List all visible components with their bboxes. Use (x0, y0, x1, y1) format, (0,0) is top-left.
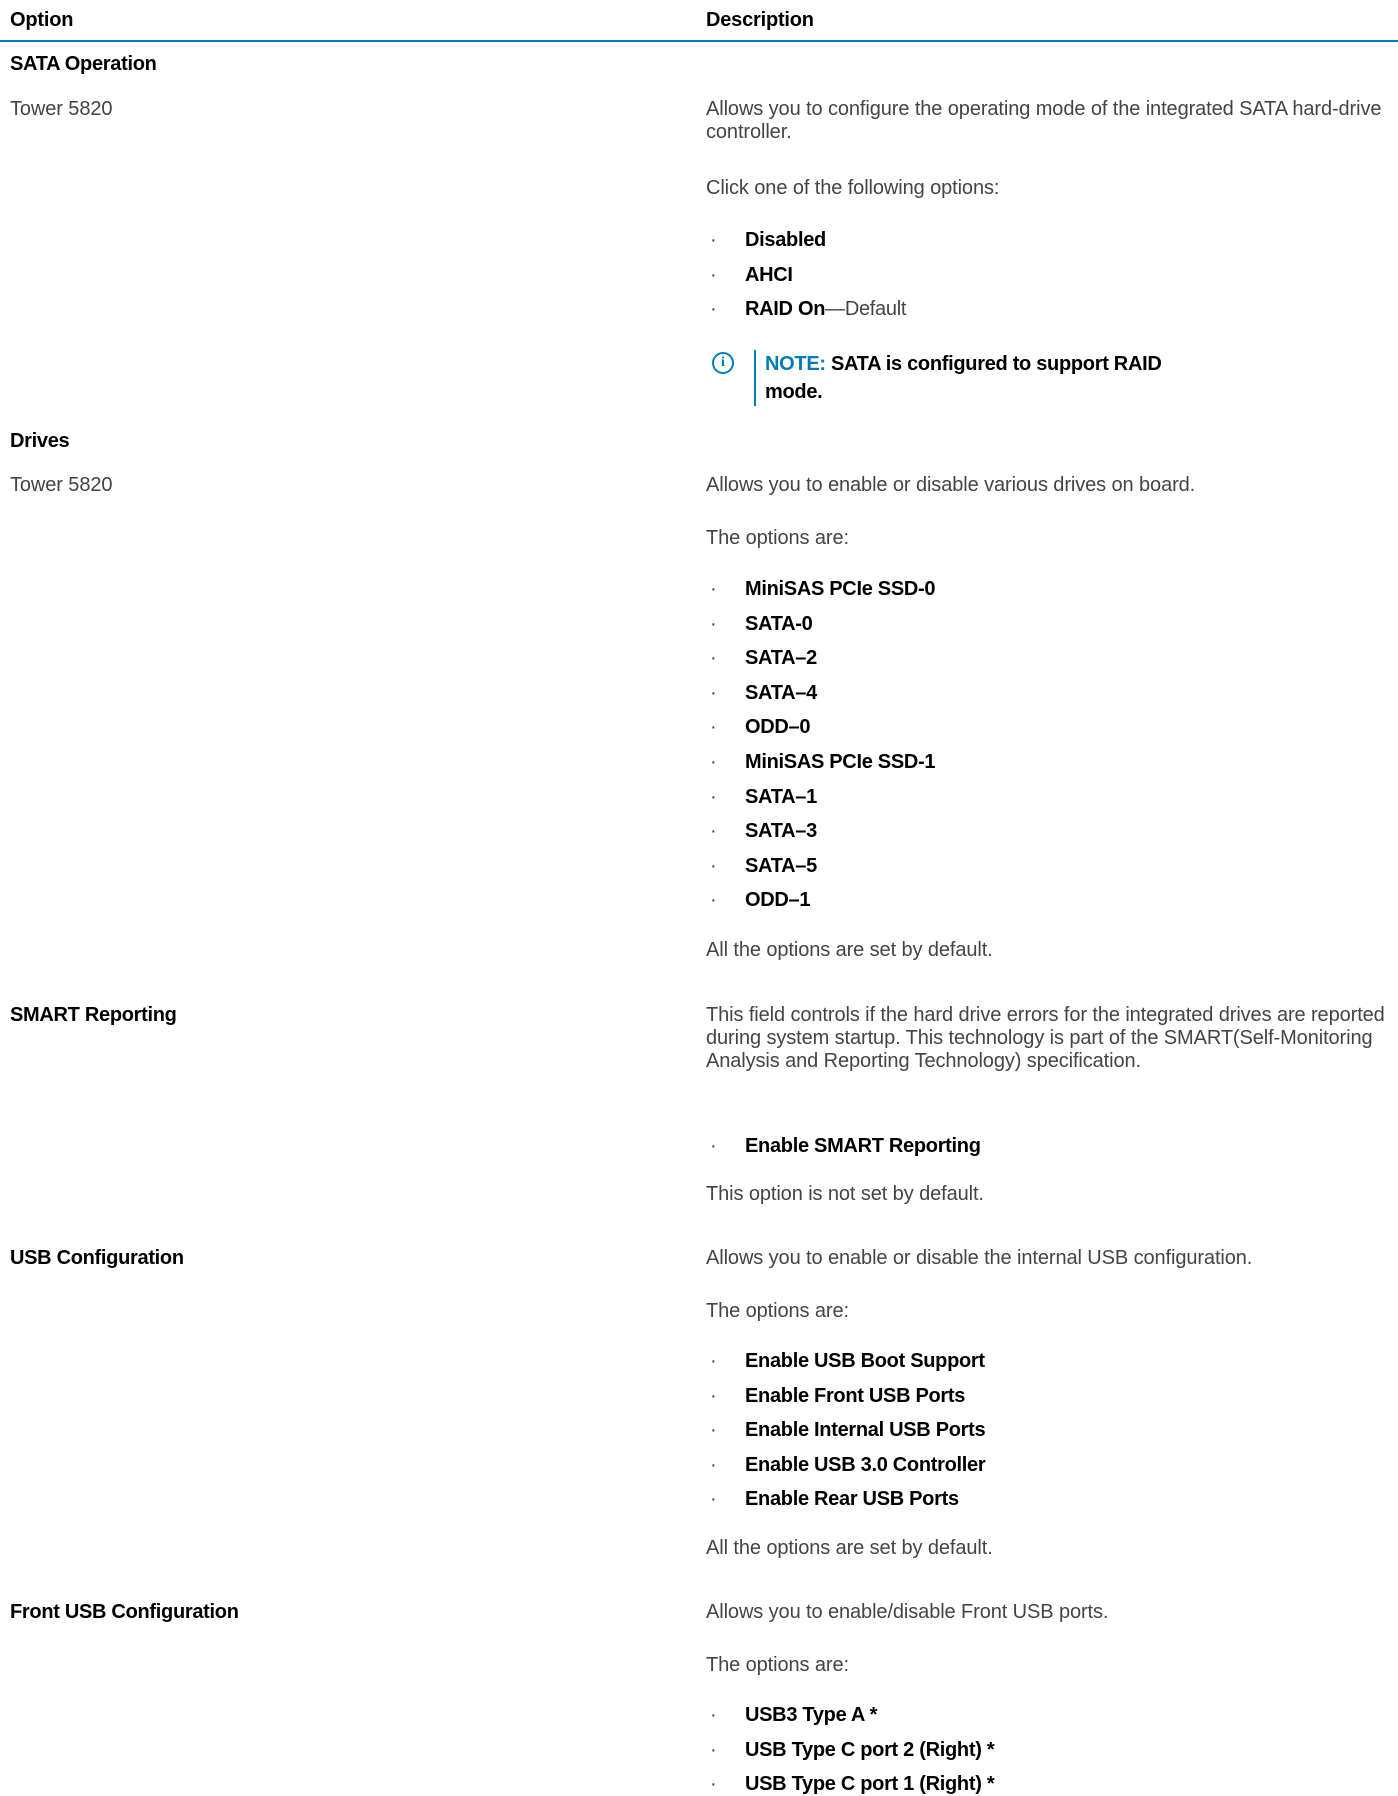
column-header-option: Option (10, 9, 74, 31)
list-item: · SATA–5 (706, 849, 1386, 884)
bullet-icon: · (710, 681, 717, 704)
list-item: · Enable SMART Reporting (706, 1129, 1386, 1164)
list-item: · Enable Internal USB Ports (706, 1413, 1386, 1448)
bullet-icon: · (710, 1135, 717, 1157)
section-title-drives: Drives (10, 430, 70, 452)
list-item: · ODD–1 (706, 883, 1386, 918)
document-page: Option Description SATA Operation Tower … (0, 0, 1398, 1796)
bullet-icon: · (710, 612, 717, 635)
list-item: · USB3 Type A * (706, 1698, 1386, 1733)
section-title-smart-reporting: SMART Reporting (10, 1004, 177, 1026)
smart-reporting-description: This field controls if the hard drive er… (706, 1004, 1385, 1072)
bullet-icon: · (710, 1453, 717, 1476)
list-item: · SATA–3 (706, 814, 1386, 849)
list-item: · ODD–0 (706, 710, 1386, 745)
usb-configuration-option-list: · Enable USB Boot Support · Enable Front U… (706, 1344, 1386, 1517)
note-box: i NOTE: SATA is configured to support RA… (712, 350, 1272, 406)
list-item: · SATA–4 (706, 676, 1386, 711)
list-item: · USB Type C port 1 (Right) * (706, 1767, 1386, 1796)
list-item: · USB Type C port 2 (Right) * (706, 1733, 1386, 1768)
bullet-icon: · (710, 854, 717, 877)
bullet-icon: · (710, 298, 717, 321)
bullet-icon: · (710, 263, 717, 286)
front-usb-configuration-description: Allows you to enable/disable Front USB p… (706, 1601, 1109, 1623)
smart-reporting-option-list: · Enable SMART Reporting (706, 1129, 1386, 1164)
drives-model: Tower 5820 (10, 474, 113, 496)
sata-operation-description: Allows you to configure the operating mo… (706, 98, 1382, 143)
bullet-icon: · (710, 750, 717, 773)
list-item: · Enable USB Boot Support (706, 1344, 1386, 1379)
list-item: · Enable Rear USB Ports (706, 1482, 1386, 1517)
bullet-icon: · (710, 1773, 717, 1796)
list-item: · SATA-0 (706, 607, 1386, 642)
bullet-icon: · (710, 578, 717, 600)
list-item: · Disabled (706, 223, 1386, 258)
list-item: · Enable USB 3.0 Controller (706, 1448, 1386, 1483)
front-usb-configuration-option-list: · USB3 Type A * · USB Type C port 2 (Right… (706, 1698, 1386, 1796)
list-item: · RAID On—Default (706, 292, 1386, 327)
section-title-sata-operation: SATA Operation (10, 53, 157, 75)
drives-prompt: The options are: (706, 527, 849, 549)
bullet-icon: · (710, 820, 717, 843)
bullet-icon: · (710, 889, 717, 912)
usb-configuration-prompt: The options are: (706, 1300, 849, 1322)
sata-operation-option-list: · Disabled · AHCI · RAID On—Default (706, 223, 1386, 327)
smart-reporting-footer: This option is not set by default. (706, 1183, 984, 1205)
bullet-icon: · (710, 1488, 717, 1511)
bullet-icon: · (710, 716, 717, 739)
bullet-icon: · (710, 1350, 717, 1372)
usb-configuration-description: Allows you to enable or disable the inte… (706, 1247, 1253, 1269)
bullet-icon: · (710, 785, 717, 808)
usb-configuration-footer: All the options are set by default. (706, 1537, 993, 1559)
section-title-front-usb-configuration: Front USB Configuration (10, 1601, 239, 1623)
column-header-description: Description (706, 9, 814, 31)
bullet-icon: · (710, 1384, 717, 1407)
sata-operation-prompt: Click one of the following options: (706, 177, 1000, 199)
list-item: · SATA–1 (706, 780, 1386, 815)
sata-operation-model: Tower 5820 (10, 98, 113, 120)
list-item: · MiniSAS PCIe SSD-0 (706, 572, 1386, 607)
section-title-usb-configuration: USB Configuration (10, 1247, 184, 1269)
table-header-row: Option Description (0, 0, 1398, 42)
bullet-icon: · (710, 1704, 717, 1726)
list-item: · MiniSAS PCIe SSD-1 (706, 745, 1386, 780)
front-usb-configuration-prompt: The options are: (706, 1654, 849, 1676)
note-divider (754, 350, 756, 406)
bullet-icon: · (710, 229, 717, 251)
drives-footer: All the options are set by default. (706, 939, 993, 961)
bullet-icon: · (710, 1738, 717, 1761)
bullet-icon: · (710, 1419, 717, 1442)
list-item: · AHCI (706, 258, 1386, 293)
list-item: · SATA–2 (706, 641, 1386, 676)
bullet-icon: · (710, 647, 717, 670)
drives-description: Allows you to enable or disable various … (706, 474, 1196, 496)
note-text: NOTE: SATA is configured to support RAID… (765, 353, 1162, 403)
info-icon: i (712, 352, 734, 374)
drives-option-list: · MiniSAS PCIe SSD-0 · SATA-0 · SATA–2 · SAT… (706, 572, 1386, 918)
list-item: · Enable Front USB Ports (706, 1379, 1386, 1414)
